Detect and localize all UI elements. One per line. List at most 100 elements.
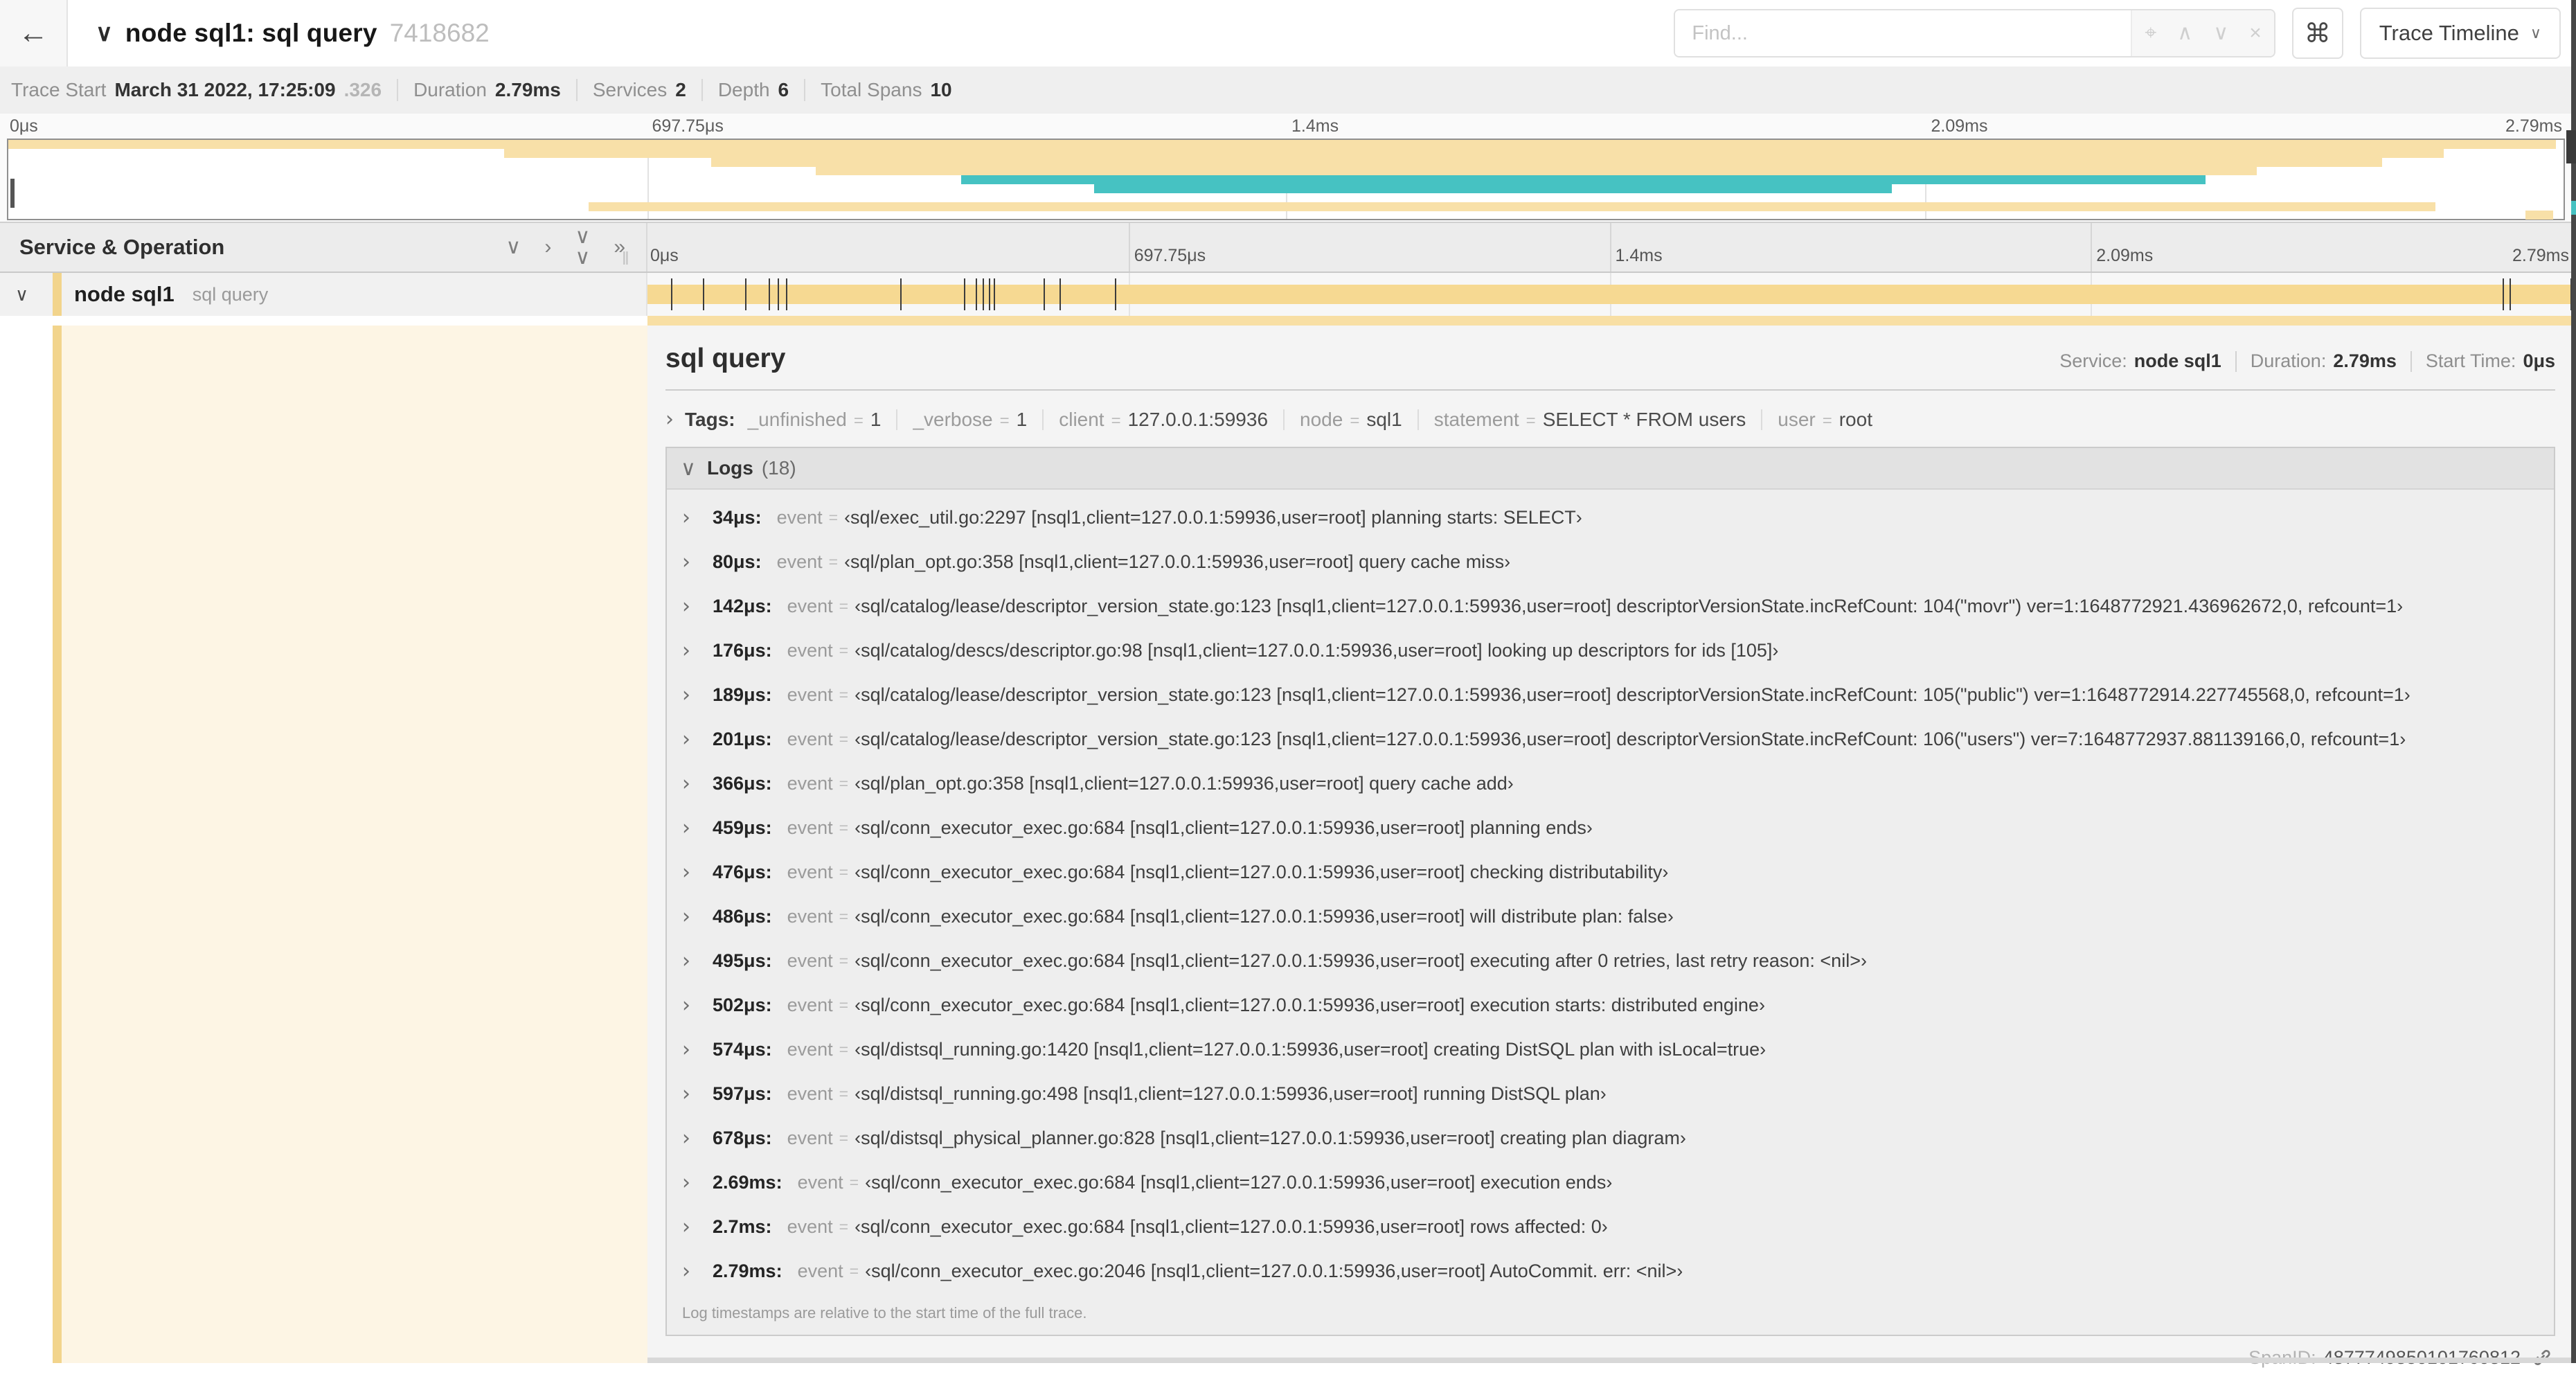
prev-match-icon[interactable]: ∧ bbox=[2177, 23, 2192, 44]
tags-row[interactable]: › Tags: _unfinished = 1 _verbose = 1 client = 12… bbox=[665, 407, 2555, 432]
trace-summary-bar: Trace Start March 31 2022, 17:25:09 .326 Du… bbox=[0, 66, 2576, 115]
log-row[interactable]: › 476μs: event = ‹sql/conn_executor_exec.go:… bbox=[667, 850, 2554, 894]
log-row[interactable]: › 80μs: event = ‹sql/plan_opt.go:358 [nsql1,… bbox=[667, 540, 2554, 584]
log-expand-chevron-icon[interactable]: › bbox=[682, 905, 690, 929]
logs-section: ∨ Logs (18) › 34μs: event = ‹sql/exec_util.g… bbox=[665, 447, 2555, 1336]
column-resizer-handle[interactable]: ‖ bbox=[622, 248, 631, 269]
log-row[interactable]: › 459μs: event = ‹sql/conn_executor_exec.go:… bbox=[667, 806, 2554, 850]
log-expand-chevron-icon[interactable]: › bbox=[682, 860, 690, 884]
log-expand-chevron-icon[interactable]: › bbox=[682, 993, 690, 1017]
log-row[interactable]: › 176μs: event = ‹sql/catalog/descs/descript… bbox=[667, 628, 2554, 673]
log-timestamp: 80μs: bbox=[713, 551, 762, 572]
log-event-value: ‹sql/catalog/descs/descriptor.go:98 [nsq… bbox=[855, 639, 1779, 661]
log-expand-chevron-icon[interactable]: › bbox=[682, 727, 690, 751]
log-row[interactable]: › 201μs: event = ‹sql/catalog/lease/descript… bbox=[667, 717, 2554, 761]
logs-count: (18) bbox=[761, 457, 796, 479]
clear-find-icon[interactable]: × bbox=[2249, 23, 2262, 44]
locate-icon[interactable]: ⌖ bbox=[2145, 23, 2156, 44]
log-event-value: ‹sql/catalog/lease/descriptor_version_st… bbox=[855, 728, 2406, 749]
span-duration-bar[interactable] bbox=[647, 285, 2572, 304]
view-selector-label: Trace Timeline bbox=[2379, 21, 2519, 45]
log-row[interactable]: › 2.79ms: event = ‹sql/conn_executor_exec.go… bbox=[667, 1249, 2554, 1293]
log-row[interactable]: › 502μs: event = ‹sql/conn_executor_exec.go:… bbox=[667, 983, 2554, 1027]
log-expand-chevron-icon[interactable]: › bbox=[682, 550, 690, 574]
ruler-tick-label: 2.09ms bbox=[1931, 116, 1988, 136]
log-marker-tick bbox=[2510, 278, 2512, 310]
timeline-minimap[interactable]: 0μs 697.75μs 1.4ms 2.09ms 2.79ms bbox=[0, 114, 2576, 222]
log-marker-tick bbox=[1043, 278, 1045, 310]
detail-meta: Service: node sql1 Duration: 2.79ms Start Ti… bbox=[2059, 350, 2555, 372]
log-row[interactable]: › 495μs: event = ‹sql/conn_executor_exec.go:… bbox=[667, 938, 2554, 983]
log-expand-chevron-icon[interactable]: › bbox=[682, 772, 690, 796]
equals-sign: = bbox=[853, 411, 864, 430]
log-expand-chevron-icon[interactable]: › bbox=[682, 1082, 690, 1106]
command-icon: ⌘ bbox=[2304, 19, 2331, 48]
log-event-value: ‹sql/conn_executor_exec.go:684 [nsql1,cl… bbox=[865, 1171, 1613, 1193]
log-row[interactable]: › 574μs: event = ‹sql/distsql_running.go:142… bbox=[667, 1027, 2554, 1071]
log-row[interactable]: › 366μs: event = ‹sql/plan_opt.go:358 [nsql1… bbox=[667, 761, 2554, 806]
log-timestamp: 476μs: bbox=[713, 861, 772, 882]
equals-sign: = bbox=[839, 862, 849, 881]
span-row-service-cell[interactable]: ∨ node sql1 sql query bbox=[0, 273, 647, 316]
log-row[interactable]: › 34μs: event = ‹sql/exec_util.go:2297 [nsql… bbox=[667, 495, 2554, 540]
log-expand-chevron-icon[interactable]: › bbox=[682, 1171, 690, 1195]
log-event-value: ‹sql/distsql_physical_planner.go:828 [ns… bbox=[855, 1127, 1686, 1148]
tag-value: sql1 bbox=[1366, 409, 1402, 430]
next-match-icon[interactable]: ∨ bbox=[2213, 23, 2228, 44]
detail-span-color-stripe bbox=[53, 326, 62, 1363]
log-event-value: ‹sql/distsql_running.go:1420 [nsql1,clie… bbox=[855, 1038, 1766, 1060]
tags-expand-chevron-icon[interactable]: › bbox=[665, 407, 674, 432]
log-expand-chevron-icon[interactable]: › bbox=[682, 1215, 690, 1239]
minimap-canvas[interactable] bbox=[7, 139, 2565, 220]
log-expand-chevron-icon[interactable]: › bbox=[682, 1038, 690, 1062]
tags-label: Tags: bbox=[685, 409, 735, 430]
log-row[interactable]: › 2.69ms: event = ‹sql/conn_executor_exec.go… bbox=[667, 1160, 2554, 1204]
collapse-one-icon[interactable]: ∨ bbox=[506, 237, 521, 258]
separator bbox=[1283, 409, 1285, 430]
log-row[interactable]: › 142μs: event = ‹sql/catalog/lease/descript… bbox=[667, 584, 2554, 628]
log-expand-chevron-icon[interactable]: › bbox=[682, 949, 690, 973]
minimap-right-scrubber[interactable] bbox=[2566, 130, 2576, 163]
collapse-trace-chevron-icon[interactable]: ∨ bbox=[96, 19, 113, 47]
log-expand-chevron-icon[interactable]: › bbox=[682, 1259, 690, 1283]
tag-key: _unfinished bbox=[747, 409, 847, 430]
log-expand-chevron-icon[interactable]: › bbox=[682, 594, 690, 619]
log-marker-tick bbox=[1115, 278, 1117, 310]
log-expand-chevron-icon[interactable]: › bbox=[682, 639, 690, 663]
log-timestamp: 34μs: bbox=[713, 506, 762, 528]
ruler-tick-label: 0μs bbox=[650, 246, 679, 265]
log-expand-chevron-icon[interactable]: › bbox=[682, 683, 690, 707]
detail-row-accent-bar bbox=[647, 316, 2572, 326]
log-expand-chevron-icon[interactable]: › bbox=[682, 506, 690, 530]
ruler-tick-label: 1.4ms bbox=[1615, 246, 1663, 265]
log-row[interactable]: › 597μs: event = ‹sql/distsql_running.go:498… bbox=[667, 1071, 2554, 1116]
log-expand-chevron-icon[interactable]: › bbox=[682, 1126, 690, 1150]
summary-item-value: March 31 2022, 17:25:09 bbox=[114, 79, 336, 100]
minimap-left-scrubber[interactable] bbox=[10, 179, 15, 208]
log-row[interactable]: › 189μs: event = ‹sql/catalog/lease/descript… bbox=[667, 673, 2554, 717]
back-button[interactable]: ← bbox=[0, 0, 68, 66]
find-input[interactable] bbox=[1675, 10, 2131, 56]
tag-value: 127.0.0.1:59936 bbox=[1127, 409, 1269, 430]
log-event-key: event bbox=[797, 1171, 843, 1193]
span-detail-panel: sql query Service: node sql1 Duration: 2.79… bbox=[647, 326, 2576, 1368]
trace-view-selector[interactable]: Trace Timeline ∨ bbox=[2359, 8, 2561, 59]
collapse-all-icon[interactable]: ∨ ∨ bbox=[575, 226, 590, 268]
span-collapse-chevron-icon[interactable]: ∨ bbox=[15, 284, 43, 305]
keyboard-shortcuts-button[interactable]: ⌘ bbox=[2291, 8, 2343, 59]
equals-sign: = bbox=[839, 1217, 849, 1236]
trace-id: 7418682 bbox=[389, 19, 490, 47]
ruler-tick-label: 2.09ms bbox=[2096, 246, 2154, 265]
minimap-span-bar bbox=[961, 175, 2206, 185]
log-event-value: ‹sql/conn_executor_exec.go:684 [nsql1,cl… bbox=[855, 905, 1674, 927]
logs-header[interactable]: ∨ Logs (18) bbox=[667, 448, 2554, 490]
tag-key: client bbox=[1059, 409, 1104, 430]
log-marker-tick bbox=[670, 278, 672, 310]
expand-one-icon[interactable]: › bbox=[544, 237, 551, 258]
log-row[interactable]: › 486μs: event = ‹sql/conn_executor_exec.go:… bbox=[667, 894, 2554, 938]
summary-item-suffix: .326 bbox=[343, 79, 382, 100]
service-operation-title: Service & Operation bbox=[19, 235, 225, 259]
log-row[interactable]: › 678μs: event = ‹sql/distsql_physical_plann… bbox=[667, 1116, 2554, 1160]
log-expand-chevron-icon[interactable]: › bbox=[682, 816, 690, 840]
log-row[interactable]: › 2.7ms: event = ‹sql/conn_executor_exec.go:… bbox=[667, 1204, 2554, 1249]
